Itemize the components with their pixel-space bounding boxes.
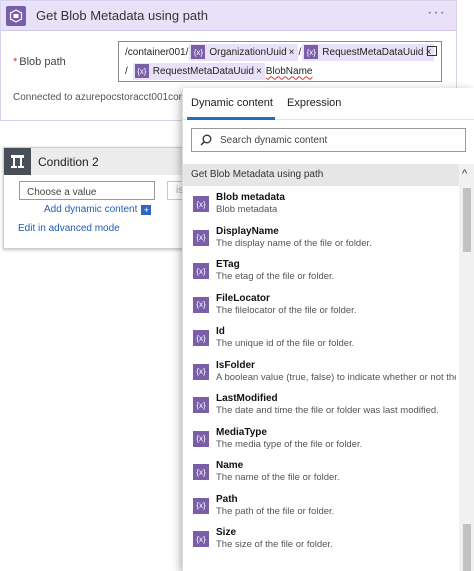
- condition-header[interactable]: Condition 2: [4, 148, 198, 175]
- edit-advanced-mode-link[interactable]: Edit in advanced mode: [18, 223, 120, 234]
- dynamic-content-list: {x} Blob metadata Blob metadata {x} DisplayN…: [183, 188, 459, 557]
- connection-status: Connected to azurepocstoracct001connect: [13, 92, 204, 103]
- dynamic-content-item[interactable]: {x} Name The name of the file or folder.: [183, 456, 459, 490]
- remove-token-icon[interactable]: ×: [289, 47, 295, 58]
- blob-name-text: BlobName: [265, 65, 313, 77]
- item-name: Blob metadata: [216, 192, 285, 203]
- dynamic-content-item[interactable]: {x} Blob metadata Blob metadata: [183, 188, 459, 222]
- path-separator: /: [298, 46, 302, 58]
- dynamic-content-item[interactable]: {x} Path The path of the file or folder.: [183, 490, 459, 524]
- expression-icon: {x}: [193, 330, 209, 346]
- expression-icon: {x}: [193, 363, 209, 380]
- item-description: The date and time the file or folder was…: [216, 405, 439, 416]
- expression-icon: {x}: [134, 64, 149, 78]
- tab-expression[interactable]: Expression: [287, 97, 341, 109]
- search-box[interactable]: [191, 128, 466, 152]
- expression-icon: {x}: [193, 464, 209, 480]
- add-dynamic-content-link[interactable]: Add dynamic content +: [44, 204, 152, 215]
- expression-icon: {x}: [193, 497, 209, 514]
- search-icon: [200, 134, 212, 146]
- token-line-1: /container001/ {x} OrganizationUuid × / …: [125, 43, 435, 61]
- expression-icon: {x}: [193, 430, 209, 447]
- item-name: Path: [216, 493, 238, 505]
- blob-path-input[interactable]: /container001/ {x} OrganizationUuid × / …: [118, 41, 442, 82]
- scroll-thumb[interactable]: [463, 188, 471, 252]
- item-description: The filelocator of the file or folder.: [216, 304, 357, 316]
- item-name: Name: [216, 460, 244, 471]
- item-description: The unique id of the file or folder.: [216, 338, 355, 349]
- dynamic-content-panel: Dynamic content Expression Get Blob Meta…: [182, 88, 474, 571]
- condition-2-card: Condition 2 is Add dynamic content+ Edit…: [3, 147, 207, 249]
- expression-icon: {x}: [193, 531, 209, 547]
- item-name: DisplayName: [216, 225, 279, 237]
- token-line-2: / {x} RequestMetaDataUuid × BlobName: [125, 62, 313, 80]
- expression-icon: {x}: [191, 45, 206, 59]
- expression-icon: {x}: [193, 229, 209, 246]
- token-request-metadata-uuid-2[interactable]: {x} RequestMetaDataUuid ×: [132, 62, 265, 80]
- path-separator: /: [125, 65, 128, 77]
- blob-path-label: * Blob path: [13, 56, 66, 68]
- blob-storage-icon: [6, 6, 26, 26]
- item-description: Blob metadata: [216, 204, 278, 215]
- remove-token-icon[interactable]: ×: [256, 66, 262, 77]
- tab-dynamic-content[interactable]: Dynamic content: [191, 97, 273, 109]
- dynamic-content-item[interactable]: {x} Id The unique id of the file or folder…: [183, 322, 459, 356]
- expression-icon: {x}: [193, 296, 209, 313]
- search-input[interactable]: [220, 132, 460, 148]
- item-name: Size: [216, 527, 237, 538]
- expression-icon: {x}: [193, 196, 209, 212]
- dynamic-content-item[interactable]: {x} FileLocator The filelocator of the fil…: [183, 289, 459, 323]
- item-name: LastModified: [216, 393, 278, 404]
- item-name: FileLocator: [216, 292, 270, 304]
- choose-value-input[interactable]: [19, 181, 155, 200]
- scroll-up-icon[interactable]: ^: [462, 168, 467, 180]
- expand-editor-icon[interactable]: [427, 46, 437, 56]
- item-name: ETag: [216, 259, 240, 270]
- item-description: The path of the file or folder.: [216, 505, 335, 517]
- item-name: MediaType: [216, 426, 267, 438]
- dynamic-content-item[interactable]: {x} LastModified The date and time the fil…: [183, 389, 459, 423]
- item-description: A boolean value (true, false) to indicat…: [216, 371, 456, 383]
- add-plus-icon: +: [141, 205, 152, 215]
- active-tab-indicator: [187, 117, 275, 120]
- dynamic-content-item[interactable]: {x} Size The size of the file or folder.: [183, 523, 459, 557]
- action-title: Get Blob Metadata using path: [36, 8, 209, 23]
- required-mark: *: [13, 56, 18, 68]
- more-options-icon[interactable]: ···: [427, 4, 446, 22]
- path-prefix: /container001/: [125, 46, 189, 58]
- section-header: Get Blob Metadata using path: [183, 164, 459, 186]
- item-description: The media type of the file or folder.: [216, 438, 363, 450]
- item-name: Id: [216, 326, 225, 337]
- expression-icon: {x}: [193, 397, 209, 413]
- expression-icon: {x}: [193, 263, 209, 279]
- token-request-metadata-uuid[interactable]: {x} RequestMetaDataUuid ×: [302, 43, 435, 61]
- scroll-thumb-lower[interactable]: [463, 524, 471, 571]
- item-description: The size of the file or folder.: [216, 539, 333, 550]
- expression-icon: {x}: [304, 45, 319, 59]
- dynamic-content-item[interactable]: {x} MediaType The media type of the file o…: [183, 423, 459, 457]
- item-description: The display name of the file or folder.: [216, 237, 372, 249]
- panel-tabs: Dynamic content Expression: [183, 88, 474, 120]
- item-name: IsFolder: [216, 359, 255, 371]
- dynamic-content-item[interactable]: {x} ETag The etag of the file or folder.: [183, 255, 459, 289]
- dynamic-content-item[interactable]: {x} DisplayName The display name of the fi…: [183, 222, 459, 256]
- condition-title: Condition 2: [38, 155, 99, 169]
- token-organization-uuid[interactable]: {x} OrganizationUuid ×: [189, 43, 298, 61]
- scrollbar[interactable]: ^: [459, 164, 474, 571]
- dynamic-content-item[interactable]: {x} IsFolder A boolean value (true, false)…: [183, 356, 459, 390]
- item-description: The name of the file or folder.: [216, 472, 340, 483]
- action-header[interactable]: Get Blob Metadata using path ···: [1, 1, 456, 31]
- item-description: The etag of the file or folder.: [216, 271, 335, 282]
- condition-icon: [4, 148, 31, 175]
